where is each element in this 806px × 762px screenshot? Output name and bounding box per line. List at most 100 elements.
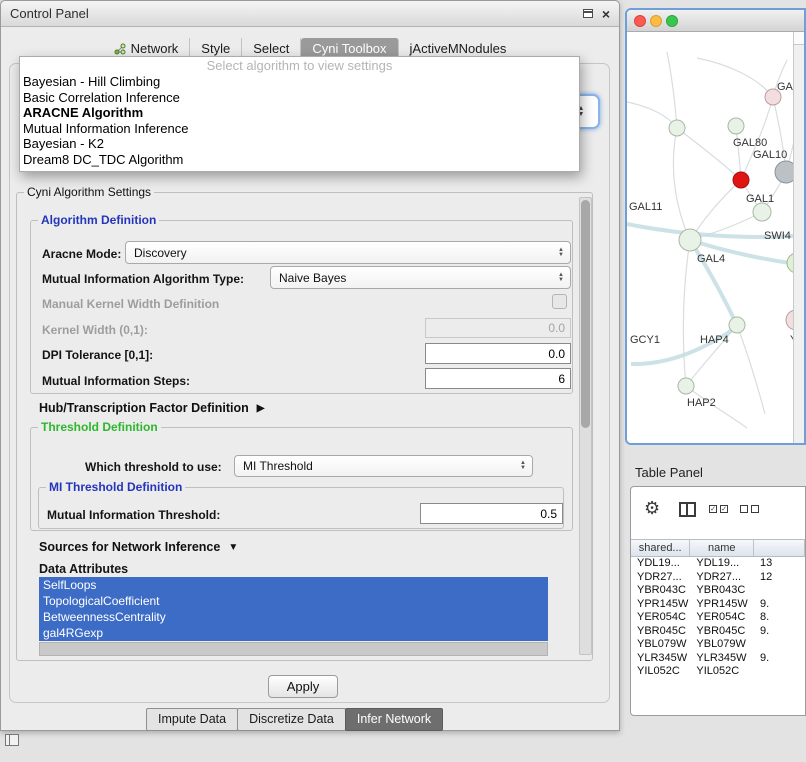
node-label: HAP4 — [700, 334, 729, 346]
column-header[interactable] — [754, 540, 805, 556]
table-panel-window: ⚙ ✓✓ shared... name YDL19...YDL19...13 Y… — [630, 486, 806, 716]
list-item-selected[interactable]: gal4RGexp — [39, 625, 548, 641]
network-tab-icon — [114, 43, 126, 55]
column-header[interactable]: name — [690, 540, 754, 556]
table-row[interactable]: YER054CYER054C8. — [631, 611, 805, 625]
data-attributes-label: Data Attributes — [39, 562, 128, 576]
threshold-definition-title: Threshold Definition — [38, 420, 161, 434]
node-label: GAL8 — [777, 81, 793, 93]
table-row[interactable]: YBR045CYBR045C9. — [631, 625, 805, 639]
dropdown-item[interactable]: Dream8 DC_TDC Algorithm — [20, 152, 579, 168]
dropdown-item[interactable]: Mutual Information Inference — [20, 121, 579, 137]
close-icon[interactable]: × — [602, 7, 610, 21]
tab-impute-data[interactable]: Impute Data — [146, 708, 238, 731]
kernel-width-field — [425, 318, 571, 338]
dropdown-item[interactable]: Bayesian - K2 — [20, 136, 579, 152]
network-view-window: GAL8 GAL80 GAL10 GAL11 GAL1 SWI4 GAL4 GC… — [625, 8, 806, 445]
minimized-panel-icon[interactable] — [5, 734, 19, 746]
network-node[interactable] — [729, 317, 745, 333]
table-row[interactable]: YDL19...YDL19...13 — [631, 557, 805, 571]
node-label: GAL80 — [733, 137, 767, 149]
table-row[interactable]: YDR27...YDR27...12 — [631, 571, 805, 585]
table-row[interactable]: YIL052CYIL052C — [631, 665, 805, 679]
network-node-selected[interactable] — [733, 172, 749, 188]
network-node[interactable] — [753, 203, 771, 221]
list-item-selected[interactable]: SelfLoops — [39, 577, 548, 593]
chevron-right-icon[interactable]: ▶ — [257, 403, 265, 414]
network-node[interactable] — [728, 118, 744, 134]
settings-scrollbar[interactable] — [579, 197, 592, 655]
tab-network-label: Network — [131, 41, 179, 56]
control-panel-window: Control Panel × Network Style Select Cyn… — [0, 0, 620, 731]
node-label: HAP2 — [687, 397, 716, 409]
bottom-tabbar: Impute Data Discretize Data Infer Networ… — [147, 708, 443, 731]
network-node[interactable] — [786, 310, 793, 330]
chevron-down-icon[interactable]: ▼ — [228, 542, 238, 553]
scrollbar-corner-box — [794, 32, 804, 45]
table-row[interactable]: YLR345WYLR345W9. — [631, 652, 805, 666]
dropdown-item[interactable]: Bayesian - Hill Climbing — [20, 74, 579, 90]
apply-button[interactable]: Apply — [268, 675, 338, 698]
network-node[interactable] — [669, 120, 685, 136]
hub-section-label: Hub/Transcription Factor Definition — [39, 401, 249, 415]
close-traffic-light[interactable] — [634, 15, 646, 27]
sources-section-label: Sources for Network Inference — [39, 540, 220, 554]
table-row[interactable]: YBL079WYBL079W — [631, 638, 805, 652]
node-label: GAL1 — [746, 193, 774, 205]
network-node[interactable] — [775, 161, 793, 183]
mi-steps-field[interactable] — [425, 368, 571, 389]
column-chooser-icon[interactable] — [679, 502, 696, 517]
column-header[interactable]: shared... — [631, 540, 690, 556]
minimize-traffic-light[interactable] — [650, 15, 662, 27]
table-row[interactable]: YBR043CYBR043C — [631, 584, 805, 598]
data-attributes-list: SelfLoops TopologicalCoefficient Between… — [39, 577, 548, 641]
control-panel-titlebar: Control Panel × — [1, 1, 619, 27]
deselect-all-icon[interactable] — [740, 505, 759, 513]
algorithm-definition-title: Algorithm Definition — [38, 213, 159, 227]
network-node[interactable] — [678, 378, 694, 394]
dropdown-prompt: Select algorithm to view settings — [20, 58, 579, 74]
node-label: SWI4 — [764, 230, 791, 242]
node-label: GCY1 — [630, 334, 660, 346]
combo-arrows-icon: ▲▼ — [558, 273, 564, 283]
network-canvas[interactable]: GAL8 GAL80 GAL10 GAL11 GAL1 SWI4 GAL4 GC… — [627, 32, 793, 443]
network-vertical-scrollbar[interactable] — [793, 32, 804, 443]
network-node[interactable] — [679, 229, 701, 251]
dpi-tolerance-label: DPI Tolerance [0,1]: — [42, 348, 153, 362]
node-label: GAL4 — [697, 253, 725, 265]
float-window-icon[interactable] — [583, 9, 593, 18]
aracne-mode-combobox[interactable]: Discovery ▲▼ — [125, 241, 571, 264]
hub-section-header[interactable]: Hub/Transcription Factor Definition ▶ — [39, 401, 264, 415]
list-item-selected[interactable]: TopologicalCoefficient — [39, 593, 548, 609]
tab-infer-network[interactable]: Infer Network — [345, 708, 443, 731]
mi-threshold-field[interactable] — [420, 503, 563, 524]
gear-icon[interactable]: ⚙ — [644, 498, 660, 518]
manual-kernel-label: Manual Kernel Width Definition — [42, 297, 219, 311]
list-horizontal-scrollbar[interactable] — [39, 642, 548, 656]
aracne-mode-label: Aracne Mode: — [42, 247, 121, 261]
dpi-tolerance-field[interactable] — [425, 343, 571, 364]
network-graph: GAL8 GAL80 GAL10 GAL11 GAL1 SWI4 GAL4 GC… — [627, 32, 793, 443]
settings-group-title: Cyni Algorithm Settings — [24, 185, 154, 199]
table-panel-toolbar: ⚙ ✓✓ — [631, 487, 805, 539]
dropdown-item[interactable]: Basic Correlation Inference — [20, 90, 579, 106]
which-threshold-value: MI Threshold — [243, 459, 313, 473]
zoom-traffic-light[interactable] — [666, 15, 678, 27]
network-window-titlebar — [627, 10, 804, 32]
select-all-icon[interactable]: ✓✓ — [709, 505, 728, 513]
list-item-selected[interactable]: BetweennessCentrality — [39, 609, 548, 625]
combo-arrows-icon: ▲▼ — [558, 248, 564, 258]
window-title: Control Panel — [10, 6, 89, 21]
mi-algorithm-type-combobox[interactable]: Naive Bayes ▲▼ — [270, 266, 571, 289]
kernel-width-label: Kernel Width (0,1): — [42, 323, 148, 337]
sources-section-header[interactable]: Sources for Network Inference ▼ — [39, 540, 238, 554]
table-panel-title: Table Panel — [635, 465, 703, 480]
dropdown-item-highlighted[interactable]: ARACNE Algorithm — [20, 105, 579, 121]
mi-threshold-label: Mutual Information Threshold: — [47, 508, 220, 522]
tab-discretize-data[interactable]: Discretize Data — [237, 708, 346, 731]
table-row[interactable]: YPR145WYPR145W9. — [631, 598, 805, 612]
which-threshold-combobox[interactable]: MI Threshold ▲▼ — [234, 455, 533, 477]
settings-scrollbar-thumb[interactable] — [581, 200, 590, 428]
mi-algorithm-type-label: Mutual Information Algorithm Type: — [42, 272, 244, 286]
node-label: GAL10 — [753, 149, 787, 161]
